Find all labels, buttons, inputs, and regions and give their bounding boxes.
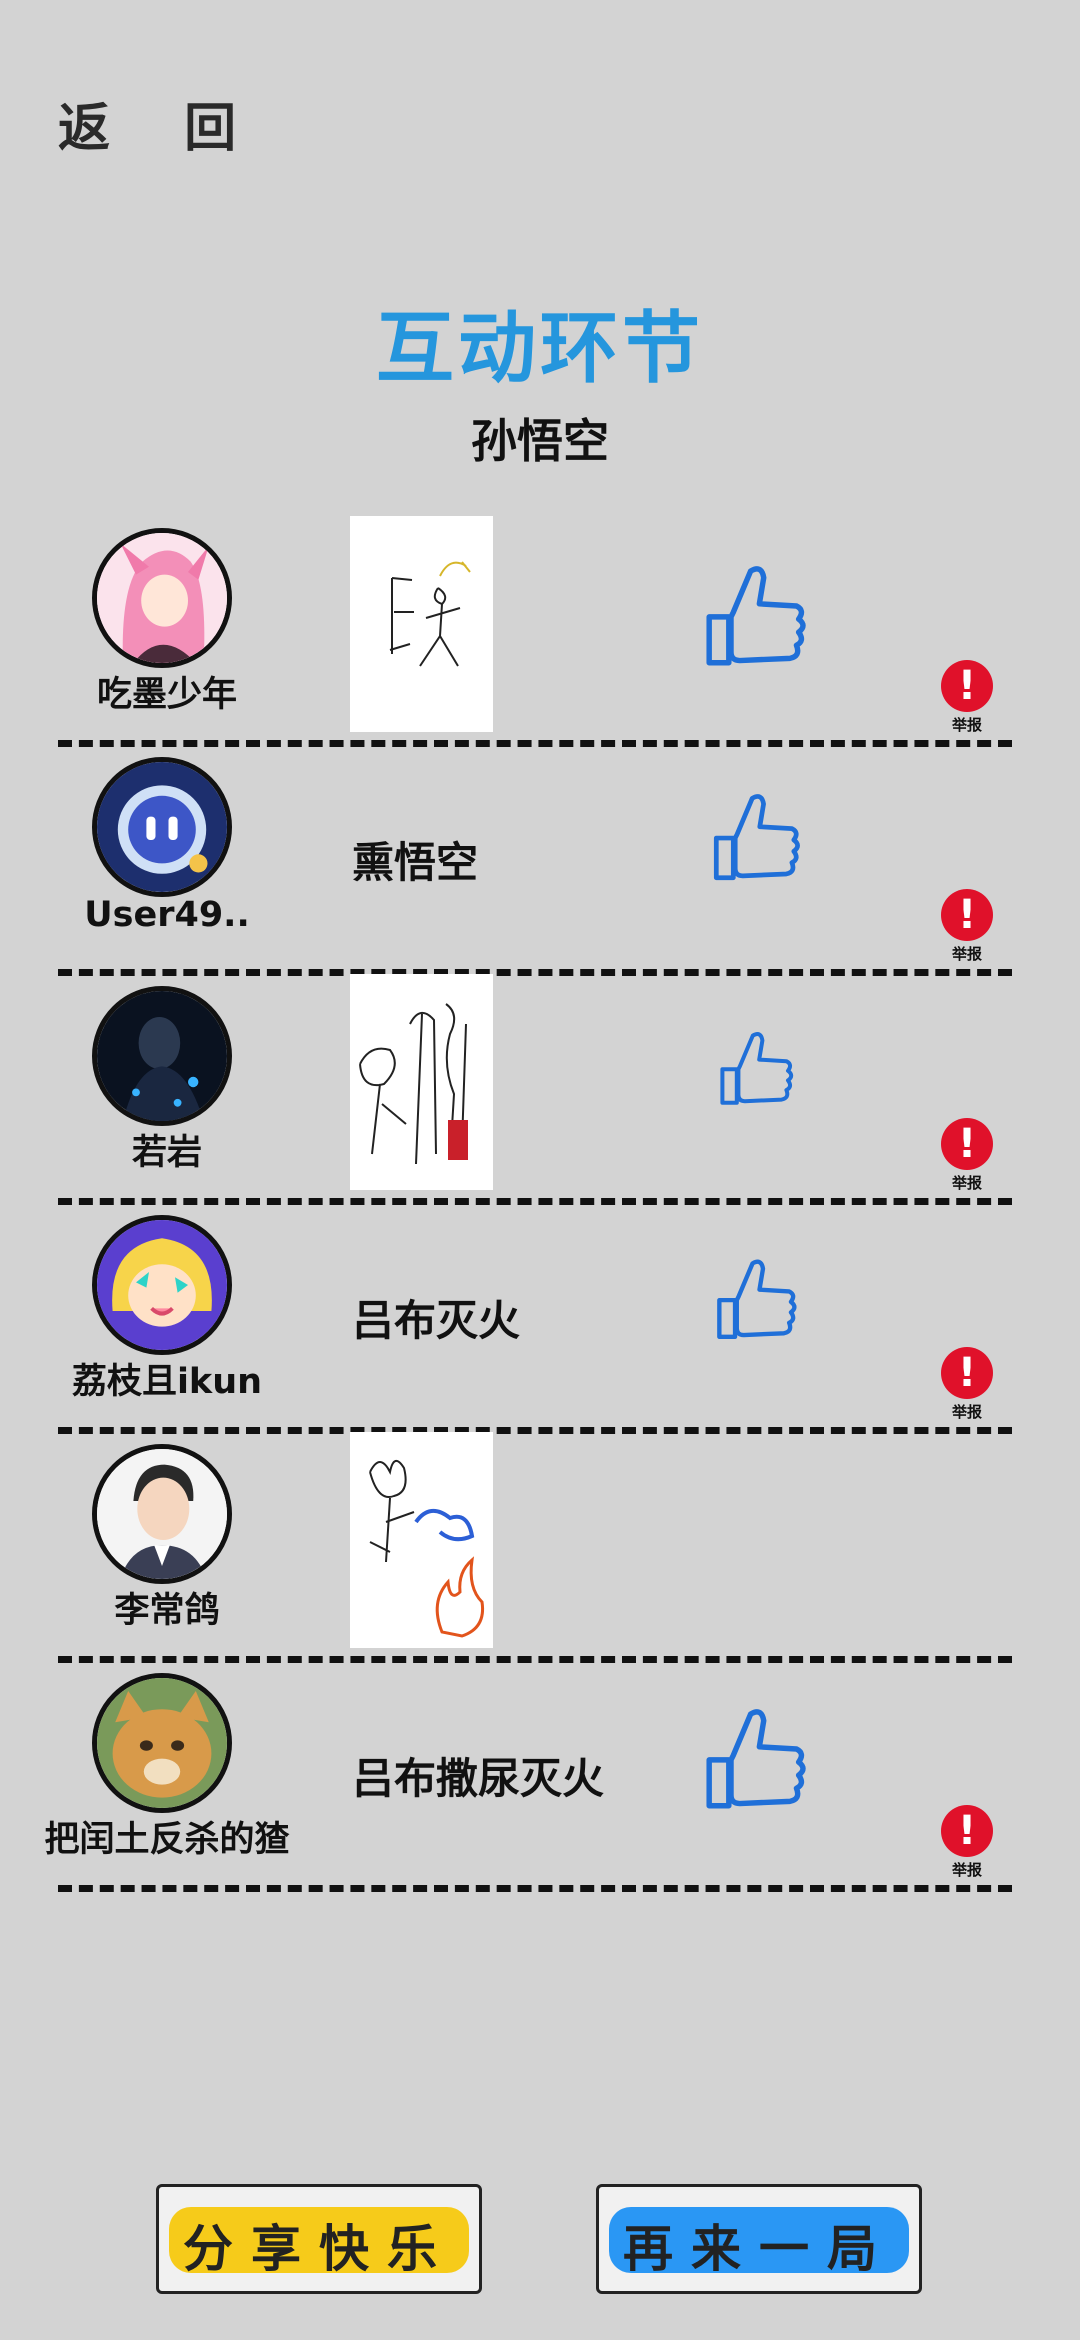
row-divider xyxy=(58,969,1012,976)
report-button[interactable]: ! 举报 xyxy=(936,660,998,742)
report-icon: ! xyxy=(941,1805,993,1857)
report-label: 举报 xyxy=(951,1861,982,1879)
avatar xyxy=(92,528,232,668)
thumbs-up-icon xyxy=(706,1709,806,1809)
avatar xyxy=(92,757,232,897)
page-title: 互动环节 xyxy=(375,304,704,394)
topic-word: 孙悟空 xyxy=(471,414,609,468)
player-name: 把闰土反杀的猹 xyxy=(44,1820,290,1860)
row-divider xyxy=(58,1198,1012,1205)
report-icon: ! xyxy=(941,1118,993,1170)
replay-button-label: 再来一局 xyxy=(623,2219,895,2278)
report-icon: ! xyxy=(941,889,993,941)
share-button[interactable]: 分享快乐 xyxy=(156,2184,482,2294)
report-button[interactable]: ! 举报 xyxy=(936,889,998,971)
like-button[interactable] xyxy=(700,1701,810,1821)
row-divider xyxy=(58,1656,1012,1663)
avatar xyxy=(92,1215,232,1355)
report-label: 举报 xyxy=(951,1174,982,1192)
player-name: 吃墨少年 xyxy=(96,675,237,715)
answer-row: 吃墨少年 ! 举报 xyxy=(0,516,1080,747)
report-button[interactable]: ! 举报 xyxy=(936,1118,998,1200)
avatar xyxy=(92,1673,232,1813)
answer-row: 若岩 ! 举报 xyxy=(0,974,1080,1205)
answer-drawing[interactable] xyxy=(350,974,493,1190)
share-button-label: 分享快乐 xyxy=(183,2219,455,2278)
answer-text: 吕布灭火 xyxy=(352,1296,521,1345)
like-button[interactable] xyxy=(716,1026,796,1114)
answer-row: 把闰土反杀的猹 吕布撒尿灭火 ! 举报 xyxy=(0,1663,1080,1892)
thumbs-up-icon xyxy=(713,794,800,881)
answer-text: 熏悟空 xyxy=(352,838,479,887)
report-button[interactable]: ! 举报 xyxy=(936,1347,998,1429)
player-name: 若岩 xyxy=(131,1133,202,1173)
player-name: 荔枝且ikun xyxy=(71,1362,263,1402)
answer-text: 吕布撒尿灭火 xyxy=(352,1754,605,1803)
report-label: 举报 xyxy=(951,1403,982,1421)
like-button[interactable] xyxy=(700,558,810,678)
thumbs-up-icon xyxy=(717,1259,797,1339)
row-divider xyxy=(58,740,1012,747)
avatar xyxy=(92,986,232,1126)
answer-row: 李常鸽 xyxy=(0,1432,1080,1663)
answer-drawing[interactable] xyxy=(350,516,493,732)
row-divider xyxy=(58,1427,1012,1434)
player-name: User49.. xyxy=(84,895,250,935)
report-icon: ! xyxy=(941,660,993,712)
answer-drawing[interactable] xyxy=(350,1432,493,1648)
answer-row: User49.. 熏悟空 ! 举报 xyxy=(0,747,1080,976)
like-button[interactable] xyxy=(712,1253,800,1349)
report-button[interactable]: ! 举报 xyxy=(936,1805,998,1887)
report-label: 举报 xyxy=(951,716,982,734)
row-divider xyxy=(58,1885,1012,1892)
thumbs-up-icon xyxy=(706,566,806,666)
like-button[interactable] xyxy=(708,787,804,891)
back-button[interactable]: 返 回 xyxy=(58,86,264,161)
thumbs-up-icon xyxy=(720,1032,794,1105)
avatar xyxy=(92,1444,232,1584)
report-icon: ! xyxy=(941,1347,993,1399)
player-name: 李常鸽 xyxy=(114,1591,220,1631)
report-label: 举报 xyxy=(951,945,982,963)
replay-button[interactable]: 再来一局 xyxy=(596,2184,922,2294)
answer-row: 荔枝且ikun 吕布灭火 ! 举报 xyxy=(0,1205,1080,1434)
